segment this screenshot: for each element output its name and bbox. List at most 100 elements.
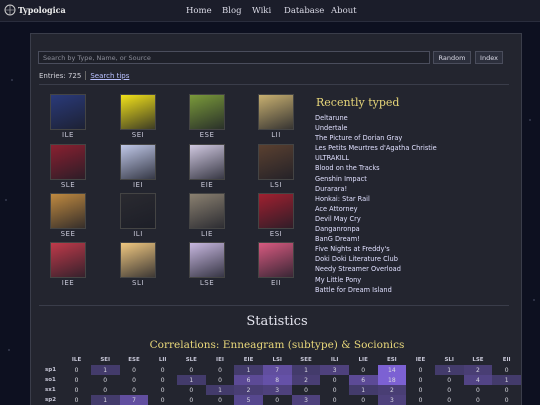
character-image[interactable] [50, 144, 86, 180]
type-label: SLI [132, 279, 144, 287]
type-tile[interactable]: SEE [48, 193, 88, 238]
table-cell: 0 [132, 376, 136, 384]
recent-item-link[interactable]: Needy Streamer Overload [315, 264, 437, 274]
type-tile[interactable]: IEI [118, 144, 158, 189]
character-image[interactable] [50, 242, 86, 278]
recent-item-link[interactable]: Doki Doki Literature Club [315, 254, 437, 264]
recent-item-link[interactable]: Devil May Cry [315, 214, 437, 224]
recent-item-link[interactable]: Five Nights at Freddy's [315, 244, 437, 254]
site-logo[interactable]: Typologica [4, 4, 66, 16]
character-image[interactable] [120, 242, 156, 278]
recent-item-link[interactable]: Ace Attorney [315, 204, 437, 214]
type-tile[interactable]: LIE [187, 193, 227, 238]
table-row: sp2 0 1 7 0 0 0 5 0 3 0 0 3 0 0 0 0 [45, 395, 521, 405]
divider [39, 305, 509, 306]
recent-list: Deltarune Undertale The Picture of Dorian … [315, 113, 437, 295]
type-tile[interactable]: SLE [48, 144, 88, 189]
recent-item-link[interactable]: Undertale [315, 123, 437, 133]
type-label: IEE [61, 279, 75, 287]
character-image[interactable] [120, 94, 156, 130]
type-tile[interactable]: SEI [118, 94, 158, 139]
character-image[interactable] [258, 144, 294, 180]
recent-item-link[interactable]: My Little Pony [315, 275, 437, 285]
type-label: SEI [131, 131, 145, 139]
table-cell: 7 [119, 395, 149, 405]
recent-item-link[interactable]: Battle for Dream Island [315, 285, 437, 295]
character-image[interactable] [258, 242, 294, 278]
table-cell: 0 [332, 396, 337, 404]
recent-item-link[interactable]: Les Petits Meurtres d'Agatha Christie [315, 143, 437, 153]
recent-item-link[interactable]: The Picture of Dorian Gray [315, 133, 437, 143]
type-tile[interactable]: LSI [256, 144, 296, 189]
search-input[interactable] [38, 51, 430, 64]
type-tile[interactable]: ESI [256, 193, 296, 238]
type-tile[interactable]: ESE [187, 94, 227, 139]
table-cell: 0 [418, 376, 423, 384]
table-cell: 0 [504, 366, 509, 374]
index-button[interactable]: Index [475, 51, 503, 64]
entries-divider [85, 71, 87, 80]
character-image[interactable] [50, 193, 86, 229]
recent-item-link[interactable]: Deltarune [315, 113, 437, 123]
type-tile[interactable]: SLI [118, 242, 158, 287]
stats-title: Statistics [246, 314, 308, 329]
table-cell: 0 [447, 396, 452, 404]
character-image[interactable] [189, 144, 225, 180]
nav-wiki[interactable]: Wiki [252, 6, 271, 16]
nav-about[interactable]: About [331, 6, 357, 16]
table-cell: 3 [377, 395, 407, 405]
column-header: SEE [300, 357, 312, 363]
table-corner [45, 355, 62, 365]
table-cell: 6 [348, 375, 378, 385]
random-button[interactable]: Random [433, 51, 471, 64]
table-cell: 0 [74, 386, 79, 394]
type-label: ILE [62, 131, 74, 139]
recent-item-link[interactable]: Danganronpa [315, 224, 437, 234]
nav-database[interactable]: Database [284, 6, 324, 16]
character-image[interactable] [189, 193, 225, 229]
search-tips-link[interactable]: Search tips [90, 72, 129, 80]
recent-item-link[interactable]: Durarara! [315, 184, 437, 194]
column-header: SLE [185, 357, 197, 363]
table-cell: 1 [234, 365, 263, 375]
character-image[interactable] [258, 193, 294, 229]
character-image[interactable] [50, 94, 86, 130]
type-tile[interactable]: ILI [118, 193, 158, 238]
character-image[interactable] [120, 144, 156, 180]
nav-home[interactable]: Home [186, 6, 212, 16]
table-cell: 1 [348, 385, 378, 395]
column-header: ILI [330, 357, 339, 363]
column-header: LSI [272, 357, 282, 363]
type-tile[interactable]: LSE [187, 242, 227, 287]
table-cell: 1 [205, 385, 235, 395]
table-cell: 0 [132, 386, 136, 394]
column-header: EII [502, 357, 511, 363]
nav-blog[interactable]: Blog [222, 6, 242, 16]
type-tile[interactable]: IEE [48, 242, 88, 287]
recent-item-link[interactable]: Genshin Impact [315, 174, 437, 184]
recent-item-link[interactable]: Honkai: Star Rail [315, 194, 437, 204]
type-tile[interactable]: ILE [48, 94, 88, 139]
recent-item-link[interactable]: BanG Dream! [315, 234, 437, 244]
type-tile[interactable]: EII [256, 242, 296, 287]
row-header: so1 [45, 377, 56, 383]
table-cell: 0 [332, 386, 337, 394]
recent-item-link[interactable]: ULTRAKILL [315, 153, 437, 163]
table-cell: 0 [189, 396, 194, 404]
type-label: SEE [60, 230, 76, 238]
table-cell: 1 [434, 365, 464, 375]
entries-count: Entries: 725 [39, 71, 82, 80]
table-cell: 0 [189, 366, 194, 374]
table-header-row: ILE SEI ESE LII SLE IEI EIE LSI SEE ILI LIE ESI IEE S… [45, 355, 521, 365]
character-image[interactable] [189, 94, 225, 130]
character-image[interactable] [258, 94, 294, 130]
table-cell: 0 [103, 386, 108, 394]
recent-item-link[interactable]: Blood on the Tracks [315, 163, 437, 173]
type-tile[interactable]: LII [256, 94, 296, 139]
character-image[interactable] [120, 193, 156, 229]
character-image[interactable] [189, 242, 225, 278]
type-tile[interactable]: EIE [187, 144, 227, 189]
column-header: IEI [216, 357, 224, 363]
table-cell: 0 [160, 376, 165, 384]
table-cell: 0 [418, 366, 423, 374]
